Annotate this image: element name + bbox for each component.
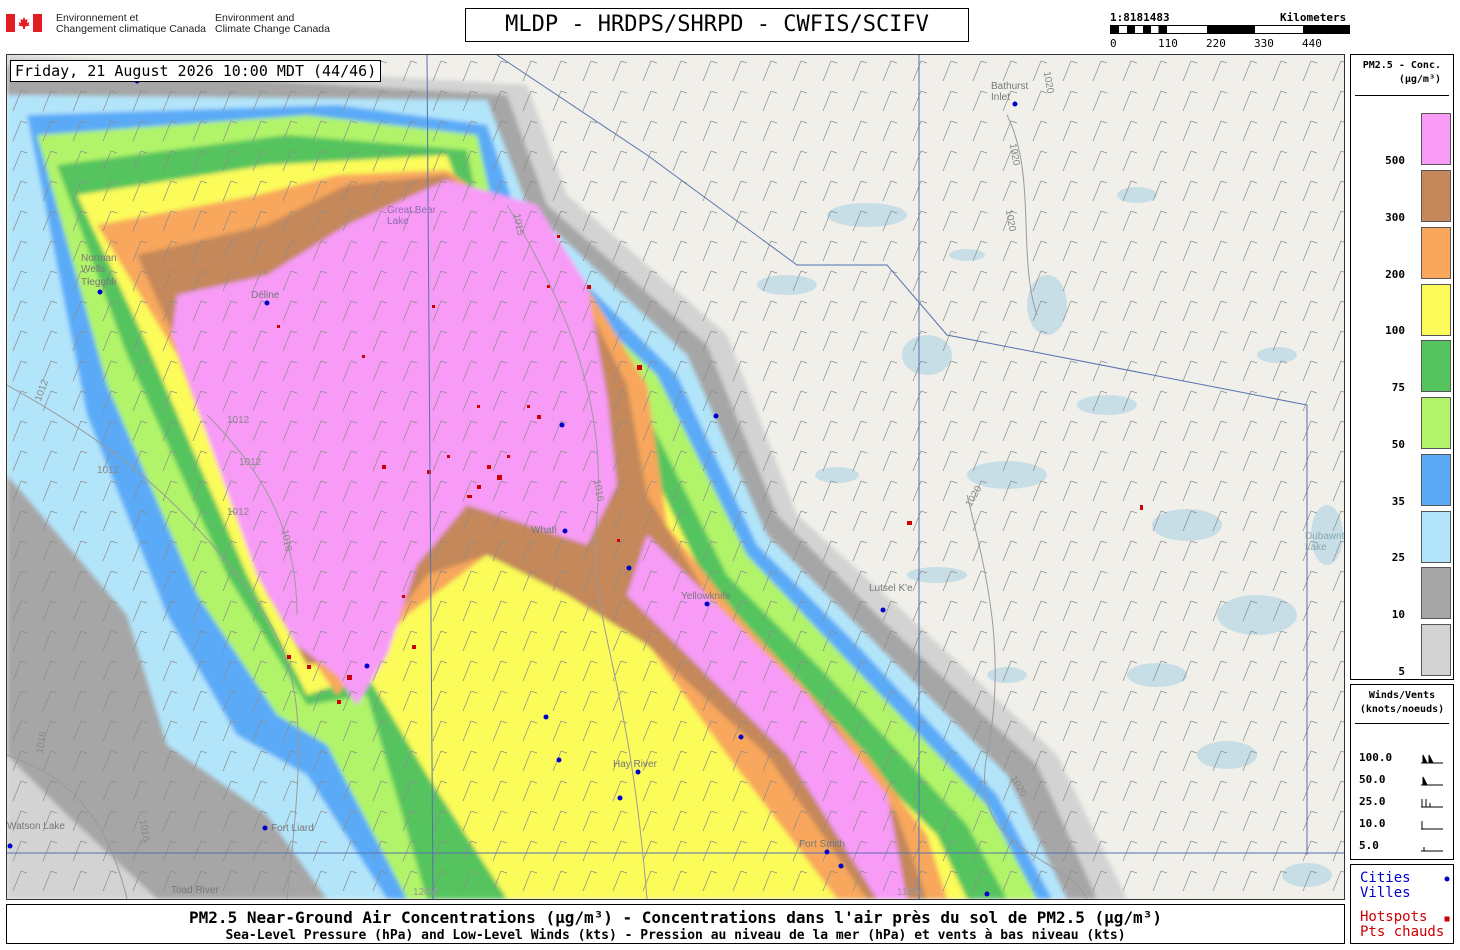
- place-label-yellowknife: Yellowknife: [681, 591, 731, 602]
- place-label-dubawnt-lake: Dubawnt Lake: [1305, 531, 1345, 553]
- place-label-whati: Whatì: [531, 525, 558, 536]
- legend-level-label: 5: [1398, 665, 1405, 678]
- header: Environnement et Changement climatique Ca…: [0, 0, 1460, 52]
- pm25-legend: PM2.5 - Conc. (µg/m³) 500 300 200 100 75 …: [1350, 54, 1454, 680]
- wind-barb-icon: [1421, 847, 1443, 852]
- legend-swatch-300: [1421, 170, 1451, 222]
- map-canvas: [7, 55, 1344, 899]
- wind-barb-icon: [1421, 754, 1443, 764]
- isobar-label: 1012: [227, 415, 250, 426]
- isobar-label: 1012: [239, 457, 262, 468]
- meridian-label: 120W: [413, 887, 440, 898]
- legend-swatch-35: [1421, 454, 1451, 506]
- legend-level-label: 10: [1391, 608, 1405, 621]
- place-label-lutsel-ke: Lutsel K'e: [869, 583, 913, 594]
- scale-tick: 440: [1302, 37, 1322, 50]
- legend-swatch-5: [1421, 624, 1451, 676]
- scale-tick: 220: [1206, 37, 1226, 50]
- wind-speed-label: 25.0: [1359, 795, 1386, 808]
- wind-barb-icon: [1421, 799, 1443, 808]
- place-label-bathurst-inlet: Bathurst Inlet: [991, 81, 1029, 103]
- footer-title: PM2.5 Near-Ground Air Concentrations (µg…: [189, 908, 1162, 927]
- scale-tick: 0: [1110, 37, 1117, 50]
- wind-barb-icon: [1421, 821, 1443, 830]
- forecast-datetime: Friday, 21 August 2026 10:00 MDT (44/46): [10, 60, 382, 82]
- isobar-label: 1012: [227, 507, 250, 518]
- wind-barb-icon: [1421, 776, 1443, 786]
- place-label-toad-river: Toad River: [171, 885, 219, 896]
- legend-level-label: 35: [1391, 495, 1405, 508]
- meridian-label: 110W: [897, 887, 923, 898]
- place-label-watson-lake: Watson Lake: [7, 821, 65, 832]
- legend-level-label: 75: [1391, 381, 1405, 394]
- hotspots-key-label: Hotspots Pts chauds: [1360, 909, 1445, 940]
- wind-speed-label: 10.0: [1359, 817, 1386, 830]
- wind-speed-label: 5.0: [1359, 839, 1379, 852]
- place-label-tlegohli: Tłegǫhłı: [81, 277, 117, 288]
- model-title: MLDP - HRDPS/SHRPD - CWFIS/SCIFV: [465, 8, 969, 42]
- scale-tick: 330: [1254, 37, 1274, 50]
- winds-legend: Winds/Vents (knots/noeuds) 100.0 50.0 25.…: [1350, 684, 1454, 860]
- government-name-english: Environment and Climate Change Canada: [215, 12, 330, 35]
- hotspot-square-icon: [1444, 916, 1450, 922]
- scale-tick: 110: [1158, 37, 1178, 50]
- legend-divider: [1355, 95, 1449, 96]
- legend-level-label: 100: [1385, 324, 1405, 337]
- footer-caption: PM2.5 Near-Ground Air Concentrations (µg…: [6, 904, 1345, 944]
- legend-swatch-50: [1421, 397, 1451, 449]
- map-viewport[interactable]: Norman Wells Tłegǫhłı Déline Great Bear …: [6, 54, 1345, 900]
- wind-speed-label: 100.0: [1359, 751, 1393, 764]
- symbols-key: Cities Villes Hotspots Pts chauds: [1350, 864, 1454, 944]
- winds-legend-title: Winds/Vents (knots/noeuds): [1359, 690, 1445, 715]
- cities-key-label: Cities Villes: [1360, 870, 1411, 901]
- isobar-label: 1012: [97, 465, 120, 476]
- legend-level-label: 500: [1385, 154, 1405, 167]
- scale-unit: Kilometers: [1280, 11, 1347, 24]
- government-name-french: Environnement et Changement climatique Ca…: [56, 12, 207, 35]
- legend-swatch-200: [1421, 227, 1451, 279]
- legend-level-label: 50: [1391, 438, 1405, 451]
- place-label-great-bear-lake: Great Bear Lake: [387, 205, 436, 227]
- legend-level-label: 25: [1391, 551, 1405, 564]
- canada-flag-icon: [6, 14, 42, 32]
- city-dot-icon: [1444, 876, 1450, 882]
- wind-barbs-layer: [7, 55, 1344, 899]
- scale-bar: [1110, 25, 1350, 34]
- wind-speed-label: 50.0: [1359, 773, 1386, 786]
- legend-title: PM2.5 - Conc. (µg/m³): [1362, 60, 1441, 85]
- scale-ratio: 1:8181483: [1110, 11, 1170, 24]
- winds-legend-divider: [1355, 723, 1449, 724]
- place-label-hay-river: Hay River: [613, 759, 657, 770]
- place-label-norman-wells: Norman Wells: [81, 253, 117, 275]
- place-label-deline: Déline: [251, 290, 280, 301]
- footer-subtitle: Sea-Level Pressure (hPa) and Low-Level W…: [225, 928, 1126, 943]
- place-label-fort-smith: Fort Smith: [799, 839, 846, 850]
- place-label-fort-liard: Fort Liard: [271, 823, 314, 834]
- legend-level-label: 300: [1385, 211, 1405, 224]
- legend-swatch-10: [1421, 567, 1451, 619]
- legend-swatch-500: [1421, 113, 1451, 165]
- legend-level-label: 200: [1385, 268, 1405, 281]
- legend-swatch-100: [1421, 284, 1451, 336]
- legend-swatch-75: [1421, 340, 1451, 392]
- legend-swatch-25: [1421, 511, 1451, 563]
